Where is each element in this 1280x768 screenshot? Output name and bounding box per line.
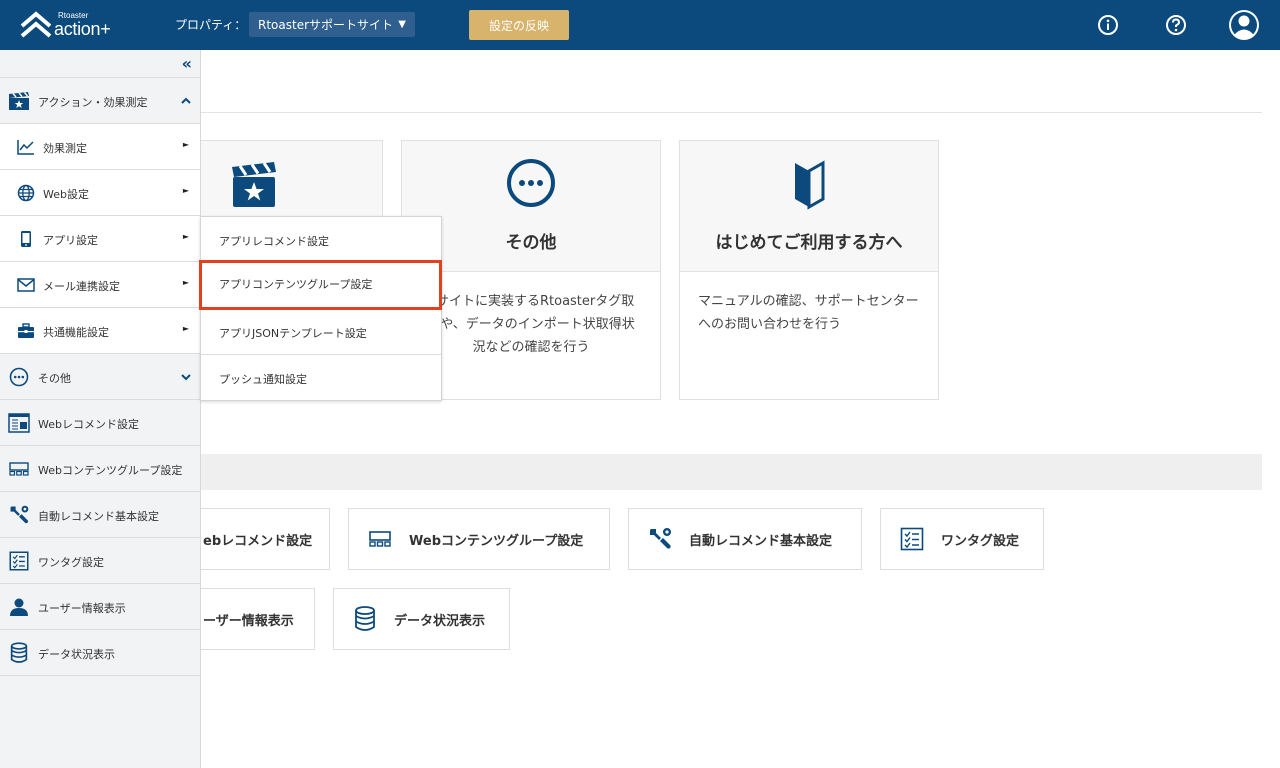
sidebar-item-label: その他: [38, 372, 71, 385]
sidebar-item-label: 効果測定: [43, 142, 87, 155]
database-icon: [8, 642, 30, 664]
submenu-item-app-content-group[interactable]: アプリコンテンツグループ設定: [199, 260, 442, 310]
section-header-band: [200, 454, 1262, 490]
card-description: マニュアルの確認、サポートセンターへのお問い合わせを行う: [698, 294, 919, 332]
sidebar-item-user-info[interactable]: ユーザー情報表示: [0, 584, 200, 630]
checklist-icon: [899, 526, 925, 552]
content-group-icon: [367, 526, 393, 552]
chart-line-icon: [15, 136, 37, 158]
sidebar-item-label: データ状況表示: [38, 648, 115, 661]
checklist-icon: [8, 550, 30, 572]
caret-right-icon: ►: [182, 140, 189, 149]
info-icon[interactable]: [1097, 14, 1119, 36]
dropdown-arrow-icon: ▼: [398, 19, 406, 30]
sidebar-item-label: アプリ設定: [43, 234, 98, 247]
sidebar-item-label: ワンタグ設定: [38, 556, 104, 569]
sidebar-item-app[interactable]: アプリ設定 ►: [0, 216, 200, 262]
caret-right-icon: ►: [182, 232, 189, 241]
sidebar-item-label: Web設定: [43, 188, 89, 201]
sidebar-collapse-button[interactable]: «: [0, 50, 200, 78]
clapper-star-icon: [8, 90, 30, 112]
sidebar-item-label: 自動レコメンド基本設定: [38, 510, 159, 523]
submenu-item-push-notification[interactable]: プッシュ通知設定: [201, 354, 441, 400]
sidebar-item-label: アクション・効果測定: [38, 96, 148, 109]
beginner-mark-icon: [795, 160, 825, 210]
sidebar-item-label: 共通機能設定: [43, 326, 109, 339]
submenu-item-label: アプリレコメンド設定: [219, 235, 329, 248]
globe-icon: [15, 182, 37, 204]
sidebar-item-web[interactable]: Web設定 ►: [0, 170, 200, 216]
sidebar-item-one-tag[interactable]: ワンタグ設定: [0, 538, 200, 584]
sidebar-item-label: Webコンテンツグループ設定: [38, 464, 183, 477]
sidebar-item-common[interactable]: 共通機能設定 ►: [0, 308, 200, 354]
briefcase-icon: [15, 320, 37, 342]
logo-chevron-icon: [20, 11, 52, 38]
tile-label: データ状況表示: [394, 613, 486, 629]
tile-label: ーザー情報表示: [203, 613, 294, 629]
double-chevron-left-icon: «: [181, 54, 192, 73]
mail-icon: [15, 274, 37, 296]
web-recommend-icon: [8, 412, 30, 434]
tile-auto-recommend[interactable]: 自動レコメンド基本設定: [628, 508, 862, 570]
wrench-icon: [8, 504, 30, 526]
sidebar-item-measurement[interactable]: 効果測定 ►: [0, 124, 200, 170]
sidebar-item-action[interactable]: アクション・効果測定: [0, 78, 200, 124]
tile-web-content-group[interactable]: Webコンテンツグループ設定: [348, 508, 610, 570]
content-group-icon: [8, 458, 30, 480]
sidebar-item-label: ユーザー情報表示: [38, 602, 126, 615]
sidebar-item-web-recommend[interactable]: Webレコメンド設定: [0, 400, 200, 446]
submenu-item-label: アプリJSONテンプレート設定: [219, 327, 367, 340]
sidebar-item-label: メール連携設定: [43, 280, 120, 293]
submenu-item-app-recommend[interactable]: アプリレコメンド設定: [201, 217, 441, 263]
sidebar: « アクション・効果測定 効果測定 ► Web設定 ► アプリ設定 ► メール連…: [0, 50, 201, 768]
chevron-up-icon: [181, 97, 191, 104]
submenu-item-label: アプリコンテンツグループ設定: [219, 278, 373, 291]
property-value: Rtoasterサポートサイト: [258, 18, 394, 32]
tile-label: 自動レコメンド基本設定: [689, 533, 833, 549]
sidebar-item-mail[interactable]: メール連携設定 ►: [0, 262, 200, 308]
property-label: プロパティ：: [175, 18, 247, 32]
sidebar-item-label: Webレコメンド設定: [38, 418, 139, 431]
submenu-item-app-json-template[interactable]: アプリJSONテンプレート設定: [201, 309, 441, 355]
tile-label: ebレコメンド設定: [203, 533, 313, 549]
user-avatar-icon[interactable]: [1228, 9, 1260, 41]
sidebar-item-other[interactable]: その他: [0, 354, 200, 400]
chevron-down-icon: [181, 374, 191, 381]
top-header: Rtoaster action+ プロパティ： Rtoasterサポートサイト …: [0, 0, 1280, 50]
property-select[interactable]: Rtoasterサポートサイト ▼: [249, 12, 415, 37]
tile-web-recommend[interactable]: ebレコメンド設定: [200, 508, 330, 570]
more-circle-icon: [507, 159, 555, 207]
card-title: はじめてご利用する方へ: [715, 233, 903, 253]
more-circle-icon: [8, 366, 30, 388]
app-logo[interactable]: Rtoaster action+: [20, 8, 130, 42]
caret-right-icon: ►: [182, 324, 189, 333]
tile-label: Webコンテンツグループ設定: [409, 533, 584, 549]
wrench-icon: [647, 526, 673, 552]
tile-data-status[interactable]: データ状況表示: [333, 588, 510, 650]
tile-user-info[interactable]: ーザー情報表示: [200, 588, 315, 650]
sidebar-item-data-status[interactable]: データ状況表示: [0, 630, 200, 676]
caret-right-icon: ►: [182, 186, 189, 195]
caret-right-icon: ►: [182, 278, 189, 287]
sidebar-item-auto-recommend[interactable]: 自動レコメンド基本設定: [0, 492, 200, 538]
clapper-star-icon: [232, 162, 276, 207]
section-divider: [200, 112, 1262, 113]
apply-settings-button[interactable]: 設定の反映: [469, 10, 569, 40]
brand-name: action+: [54, 19, 111, 39]
tile-label: ワンタグ設定: [941, 533, 1020, 549]
database-icon: [352, 606, 378, 632]
sidebar-item-web-content-group[interactable]: Webコンテンツグループ設定: [0, 446, 200, 492]
help-icon[interactable]: [1165, 14, 1187, 36]
smartphone-icon: [15, 228, 37, 250]
card-beginner[interactable]: はじめてご利用する方へ マニュアルの確認、サポートセンターへのお問い合わせを行う: [679, 140, 939, 400]
user-icon: [8, 596, 30, 618]
tile-one-tag[interactable]: ワンタグ設定: [880, 508, 1044, 570]
submenu-item-label: プッシュ通知設定: [219, 373, 307, 386]
app-settings-submenu: アプリレコメンド設定 アプリコンテンツグループ設定 アプリJSONテンプレート設…: [199, 216, 442, 401]
